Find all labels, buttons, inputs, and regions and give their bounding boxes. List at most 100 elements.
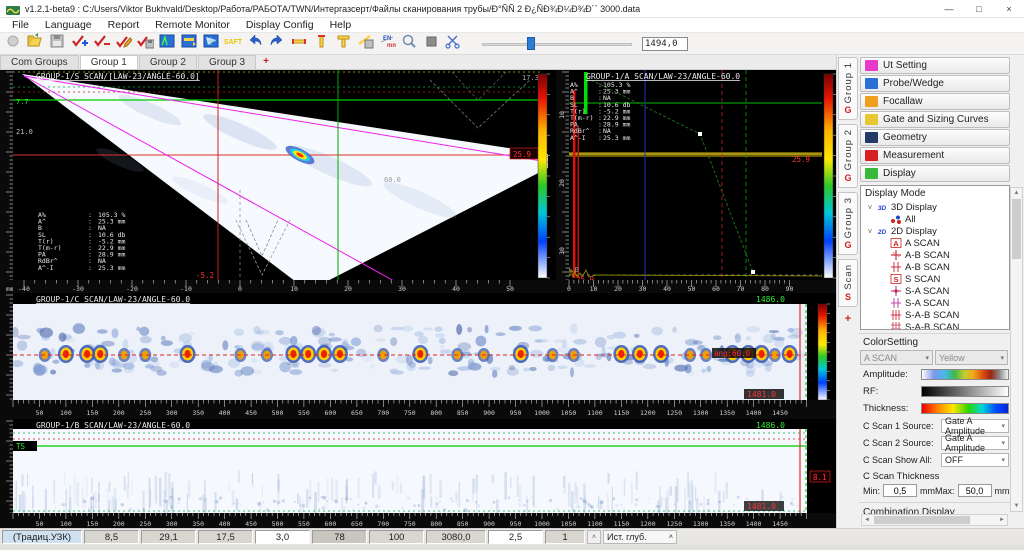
dropdown-c-scan-1-source-[interactable]: Gate A Amplitude▾ <box>941 419 1009 433</box>
new-file-icon[interactable] <box>3 32 24 51</box>
status-cell-8[interactable]: 2,5 <box>488 530 543 544</box>
ascan-display-icon[interactable] <box>157 32 178 51</box>
zoom-icon[interactable] <box>399 32 420 51</box>
vertical-tab-scan[interactable]: ScanS <box>838 259 858 307</box>
status-cell-4[interactable]: 3,0 <box>255 530 310 544</box>
depth-mode-dropdown[interactable]: Ист. глуб.˄ <box>603 530 677 544</box>
menu-remote-monitor[interactable]: Remote Monitor <box>147 18 238 33</box>
svg-text:10: 10 <box>290 285 298 293</box>
close-button[interactable]: × <box>994 0 1024 18</box>
a-scan-panel[interactable]: 25.933.025.9A%:105.3 %A^:25.3 mmB:NASL:1… <box>556 70 836 293</box>
menu-language[interactable]: Language <box>37 18 100 33</box>
menu-file[interactable]: File <box>4 18 37 33</box>
bscan-display-icon[interactable] <box>179 32 200 51</box>
2d-display-icon: 2D <box>875 226 888 236</box>
scroll-left-icon[interactable]: ◄ <box>862 517 872 523</box>
law-edit-icon[interactable] <box>113 32 134 51</box>
thickness-min-input[interactable] <box>883 484 917 497</box>
tree-expander-icon[interactable]: ˅ <box>865 227 875 236</box>
svg-text:1200: 1200 <box>640 520 656 528</box>
sidebar-button-gate-and-sizing-curves[interactable]: Gate and Sizing Curves <box>860 111 1010 128</box>
svg-text:8.1: 8.1 <box>813 473 827 482</box>
svg-text:2D: 2D <box>876 229 886 236</box>
add-group-vertical-tab[interactable]: + <box>845 313 851 325</box>
amplitude-gradient <box>921 369 1009 380</box>
law-save-icon[interactable] <box>135 32 156 51</box>
menu-display-config[interactable]: Display Config <box>238 18 322 33</box>
group-letter-badge: G <box>844 173 851 183</box>
tree-item-s-a-b-scan[interactable]: S-A-B SCAN <box>865 309 1009 321</box>
vertical-tab-group-3[interactable]: Group 3G <box>838 192 858 255</box>
save-file-icon[interactable] <box>47 32 68 51</box>
tab-group-2[interactable]: Group 2 <box>139 55 197 69</box>
tab-group-3[interactable]: Group 3 <box>198 55 256 69</box>
svg-text:1300: 1300 <box>693 520 709 528</box>
sidebar-button-display[interactable]: Display <box>860 165 1010 182</box>
scroll-down-icon[interactable]: ▼ <box>1014 501 1020 511</box>
slider-handle[interactable] <box>527 37 535 50</box>
thickness-max-input[interactable] <box>958 484 992 497</box>
tree-item-s-a-b-scan[interactable]: S-A-B SCAN <box>865 321 1009 330</box>
status-spinner[interactable]: ˄ <box>587 530 601 544</box>
scan-position-input[interactable] <box>642 37 688 51</box>
scan-type-select[interactable]: A SCAN▾ <box>860 350 933 365</box>
tab-com-groups[interactable]: Com Groups <box>0 55 79 69</box>
saft-icon[interactable]: SAFT <box>223 32 244 51</box>
svg-text:600: 600 <box>325 520 337 528</box>
svg-text:17.3: 17.3 <box>522 74 539 82</box>
scroll-thumb[interactable] <box>1012 199 1021 259</box>
tree-item-a-b-scan[interactable]: A-B SCAN <box>865 261 1009 273</box>
scroll-up-icon[interactable]: ▲ <box>1014 188 1020 198</box>
sidebar-horizontal-scrollbar[interactable]: ◄ ► <box>861 514 1008 526</box>
vertical-tab-group-1[interactable]: Group 1G <box>838 57 858 120</box>
c-scan-panel[interactable]: ang:60.01486.01481.0GROUP-1/C SCAN/LAW-2… <box>0 293 836 419</box>
dropdown-c-scan-show-all-[interactable]: OFF▾ <box>941 453 1009 467</box>
tree-expander-icon[interactable]: ˅ <box>865 203 875 212</box>
sscan-display-icon[interactable] <box>201 32 222 51</box>
tree-item-a-scan[interactable]: AA SCAN <box>865 237 1009 249</box>
palette-select[interactable]: Yellow▾ <box>935 350 1008 365</box>
svg-text:3D: 3D <box>877 205 886 212</box>
vertical-tab-group-2[interactable]: Group 2G <box>838 124 858 187</box>
minimize-button[interactable]: — <box>934 0 964 18</box>
units-icon[interactable]: ENmm <box>377 32 398 51</box>
redo-icon[interactable] <box>267 32 288 51</box>
scan-position-slider[interactable] <box>482 34 632 53</box>
menu-help[interactable]: Help <box>322 18 360 33</box>
dropdown-c-scan-2-source-[interactable]: Gate A Amplitude▾ <box>941 436 1009 450</box>
tree-item-s-a-scan[interactable]: S-A SCAN <box>865 297 1009 309</box>
scroll-right-icon[interactable]: ► <box>997 517 1007 523</box>
tree-item-all[interactable]: All <box>865 213 1009 225</box>
scroll-thumb[interactable] <box>874 516 970 524</box>
menu-report[interactable]: Report <box>100 18 148 33</box>
svg-text:500: 500 <box>272 520 284 528</box>
add-group-tab[interactable]: + <box>257 55 275 69</box>
tree-item-3d-display[interactable]: ˅3D3D Display <box>865 201 1009 213</box>
maximize-button[interactable]: □ <box>964 0 994 18</box>
sidebar-button-probe-wedge[interactable]: Probe/Wedge <box>860 75 1010 92</box>
law-remove-icon[interactable] <box>91 32 112 51</box>
sidebar-button-ut-setting[interactable]: Ut Setting <box>860 57 1010 74</box>
sidebar-button-geometry[interactable]: Geometry <box>860 129 1010 146</box>
tree-item-s-a-scan[interactable]: S-A SCAN <box>865 285 1009 297</box>
tree-item-s-scan[interactable]: SS SCAN <box>865 273 1009 285</box>
undo-icon[interactable] <box>245 32 266 51</box>
tab-group-1[interactable]: Group 1 <box>80 55 138 69</box>
tree-item-a-b-scan[interactable]: A-B SCAN <box>865 249 1009 261</box>
scissors-icon[interactable] <box>443 32 464 51</box>
sidebar-button-measurement[interactable]: Measurement <box>860 147 1010 164</box>
s-scan-panel[interactable]: 7.721.017.360.025.9-5.2A%:105.3 %A^:25.3… <box>0 70 556 293</box>
gate-i-icon[interactable] <box>311 32 332 51</box>
svg-text:1250: 1250 <box>666 520 682 528</box>
b-scan-panel[interactable]: TS1486.08.11481.0GROUP-1/B SCAN/LAW-23/A… <box>0 419 836 528</box>
sidebar-button-focallaw[interactable]: Focallaw <box>860 93 1010 110</box>
stop-icon[interactable] <box>421 32 442 51</box>
gate-t-icon[interactable] <box>333 32 354 51</box>
law-add-icon[interactable] <box>69 32 90 51</box>
svg-text:350: 350 <box>192 520 204 528</box>
sidebar-vertical-scrollbar[interactable]: ▲ ▼ <box>1010 187 1023 512</box>
tree-item-2d-display[interactable]: ˅2D2D Display <box>865 225 1009 237</box>
gate-save-icon[interactable] <box>355 32 376 51</box>
open-file-icon[interactable] <box>25 32 46 51</box>
gate-a-icon[interactable] <box>289 32 310 51</box>
